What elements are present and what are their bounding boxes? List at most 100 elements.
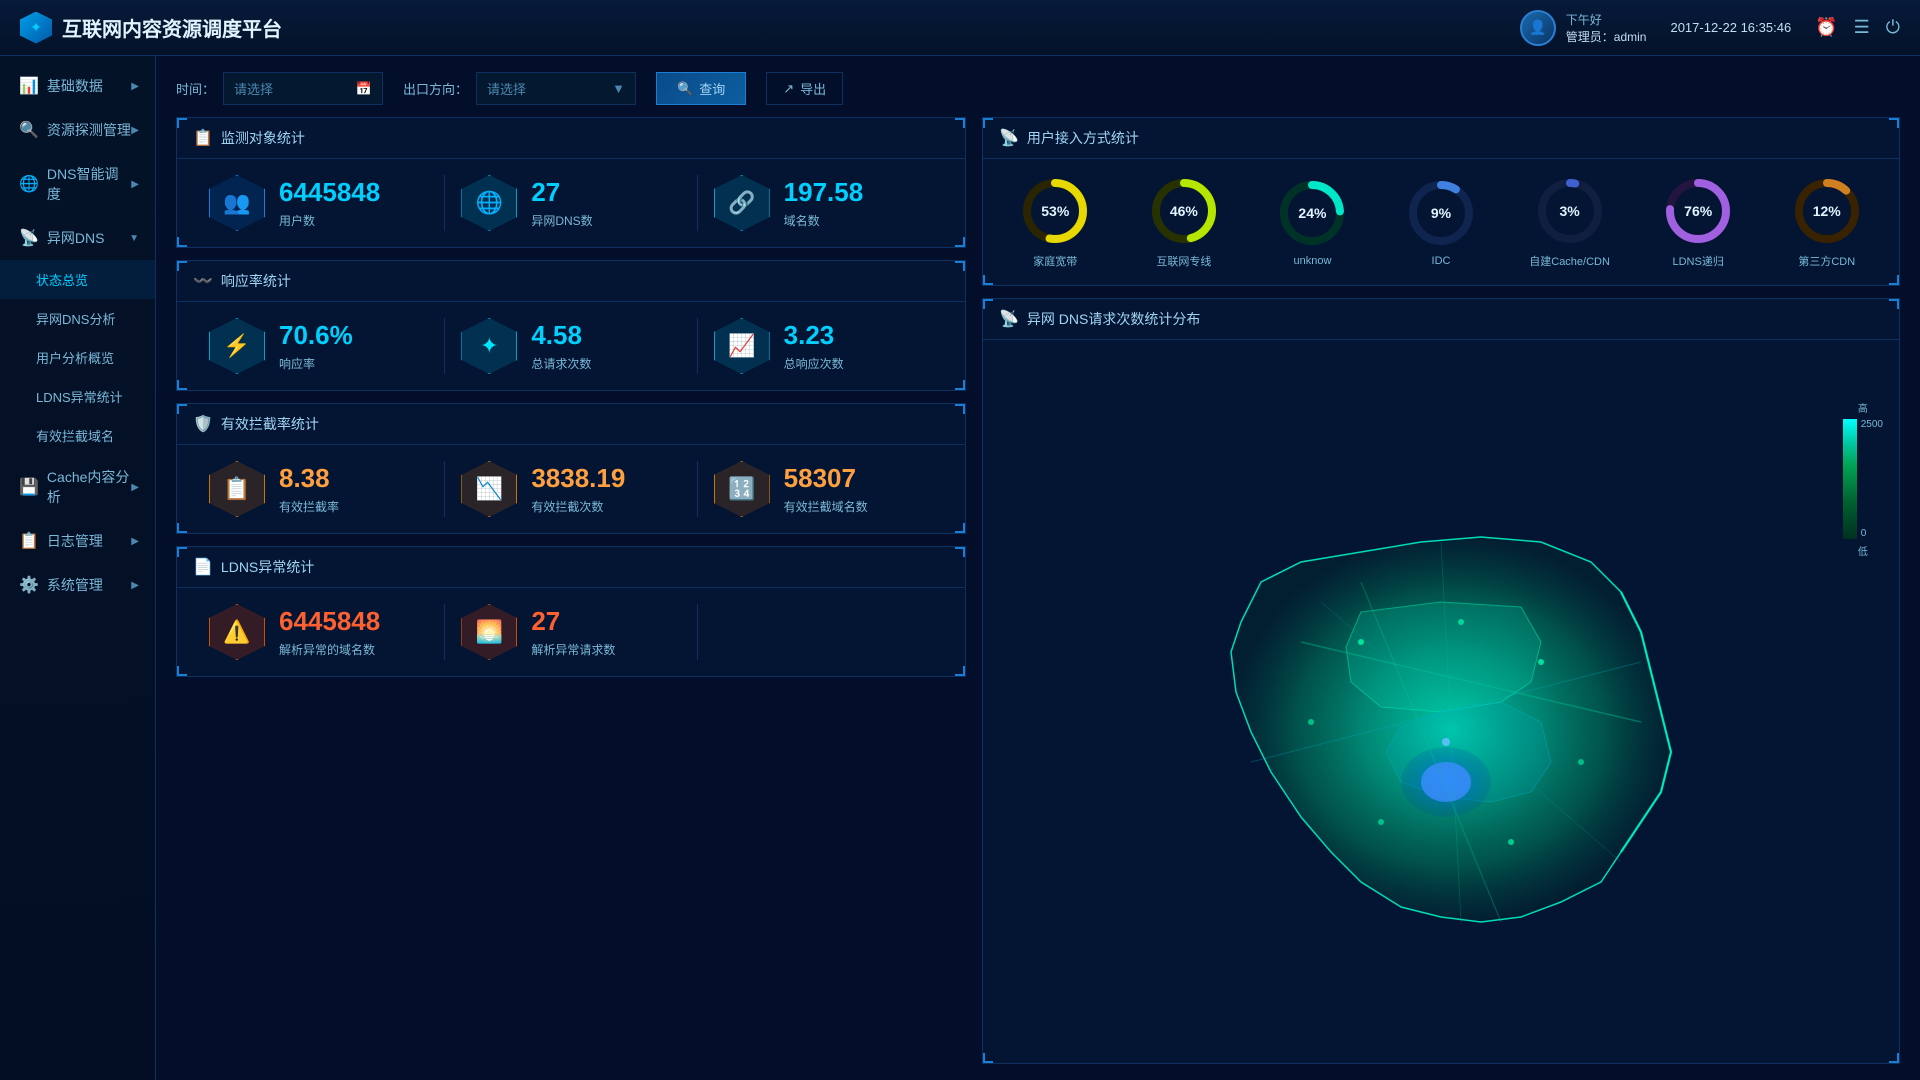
main-layout: 📊 基础数据 ▶ 🔍 资源探测管理 ▶ 🌐 DNS智能调度 ▶ 📡 异网DNS	[0, 56, 1920, 1080]
donut-home-broadband: 53% 家庭宽带	[991, 175, 1120, 269]
sidebar-item-system[interactable]: ⚙️ 系统管理 ▶	[0, 563, 155, 607]
cache-icon: 💾	[19, 477, 39, 497]
stat-abnormal-requests: 🌅 27 解析异常请求数	[445, 604, 697, 660]
donut-unknown: 24% unknow	[1248, 177, 1377, 267]
monitor-panel: 📋 监测对象统计 👥 6445848 用户数	[176, 117, 966, 248]
left-panels: 📋 监测对象统计 👥 6445848 用户数	[176, 117, 966, 1064]
legend-low-label: 低	[1858, 543, 1868, 558]
donut-idc: 9% IDC	[1377, 177, 1506, 267]
ldns-stats-row: ⚠️ 6445848 解析异常的域名数 🌅	[177, 588, 965, 676]
stat-abnormal-domains: ⚠️ 6445848 解析异常的域名数	[193, 604, 445, 660]
sidebar-label-basic-data: 基础数据	[47, 76, 103, 96]
domain-value: 197.58	[784, 177, 864, 208]
intercept-rate-value: 8.38	[279, 463, 339, 494]
intercept-domains-value: 58307	[784, 463, 868, 494]
stat-total-requests: ✦ 4.58 总请求次数	[445, 318, 697, 374]
arrow-log: ▶	[131, 536, 139, 547]
sidebar-subitem-ldns-abnormal[interactable]: LDNS异常统计	[0, 377, 155, 416]
arrow-resource: ▶	[131, 125, 139, 136]
donut-label-thirdcdn: 第三方CDN	[1798, 253, 1855, 269]
sidebar-subitem-overview[interactable]: 状态总览	[0, 260, 155, 299]
exit-label: 出口方向：	[403, 79, 468, 98]
sidebar-label-system: 系统管理	[47, 575, 103, 595]
arrow-yiwang-dns: ▼	[129, 233, 139, 244]
donut-label-idc: IDC	[1432, 255, 1451, 267]
exit-placeholder: 请选择	[487, 79, 526, 98]
time-placeholder: 请选择	[234, 79, 273, 98]
power-icon[interactable]: ⏻	[1886, 17, 1900, 38]
stat-dns-count: 🌐 27 异网DNS数	[445, 175, 697, 231]
yiwang-dns-icon: 📡	[19, 228, 39, 248]
abnormal-domains-label: 解析异常的域名数	[279, 641, 380, 658]
legend-high-val: 2500	[1861, 419, 1883, 430]
response-rate-label: 响应率	[279, 355, 353, 372]
donut-percent-idc: 9%	[1431, 205, 1451, 221]
calendar-icon: 📅	[356, 81, 372, 97]
user-name: 管理员：admin	[1566, 28, 1647, 45]
datetime-text: 2017-12-22 16:35:46	[1670, 20, 1791, 35]
map-title: 异网 DNS请求次数统计分布	[1027, 309, 1200, 329]
ldns-title: LDNS异常统计	[221, 557, 314, 577]
sidebar-item-cache[interactable]: 💾 Cache内容分析 ▶	[0, 455, 155, 519]
abnormal-requests-value: 27	[531, 606, 615, 637]
intercept-rate-label: 有效拦截率	[279, 498, 339, 515]
donut-percent-ldns: 76%	[1684, 203, 1712, 219]
ldns-panel-header: 📄 LDNS异常统计	[177, 547, 965, 588]
intercept-icon: 🛡️	[193, 414, 213, 434]
time-input[interactable]: 请选择 📅	[223, 72, 383, 105]
export-icon: ↗	[783, 81, 794, 97]
export-label: 导出	[800, 79, 826, 98]
total-requests-label: 总请求次数	[531, 355, 591, 372]
sidebar-subitem-user-analysis[interactable]: 用户分析概览	[0, 338, 155, 377]
response-title: 响应率统计	[221, 271, 291, 291]
stat-users: 👥 6445848 用户数	[193, 175, 445, 231]
response-panel: 〰️ 响应率统计 ⚡ 70.6% 响应率	[176, 260, 966, 391]
intercept-count-label: 有效拦截次数	[531, 498, 625, 515]
monitor-icon: 📋	[193, 128, 213, 148]
sidebar-label-resource: 资源探测管理	[47, 120, 131, 140]
sidebar-item-basic-data[interactable]: 📊 基础数据 ▶	[0, 64, 155, 108]
sidebar-subitem-intercept-domain[interactable]: 有效拦截域名	[0, 416, 155, 455]
sidebar-item-yiwang-dns[interactable]: 📡 异网DNS ▼	[0, 216, 155, 260]
arrow-system: ▶	[131, 580, 139, 591]
header: ✦ 互联网内容资源调度平台 👤 下午好 管理员：admin 2017-12-22…	[0, 0, 1920, 56]
log-icon: 📋	[19, 531, 39, 551]
donut-label-cache: 自建Cache/CDN	[1529, 253, 1610, 269]
logo-icon: ✦	[20, 12, 52, 44]
clock-icon[interactable]: ⏰	[1815, 17, 1837, 38]
sidebar: 📊 基础数据 ▶ 🔍 资源探测管理 ▶ 🌐 DNS智能调度 ▶ 📡 异网DNS	[0, 56, 156, 1080]
access-icon: 📡	[999, 128, 1019, 148]
legend-high-label: 高	[1858, 400, 1868, 415]
resource-icon: 🔍	[19, 120, 39, 140]
users-icon: 👥	[209, 175, 265, 231]
abnormal-requests-label: 解析异常请求数	[531, 641, 615, 658]
top-filter-bar: 时间： 请选择 📅 出口方向： 请选择 ▼ 🔍 查询 ↗ 导出	[176, 72, 1900, 105]
response-rate-icon: ⚡	[209, 318, 265, 374]
sidebar-subitem-analysis[interactable]: 异网DNS分析	[0, 299, 155, 338]
monitor-stats-row: 👥 6445848 用户数 🌐 27	[177, 159, 965, 247]
donut-third-cdn: 12% 第三方CDN	[1762, 175, 1891, 269]
donut-percent-thirdcdn: 12%	[1813, 203, 1841, 219]
sidebar-item-resource[interactable]: 🔍 资源探测管理 ▶	[0, 108, 155, 152]
yiwang-dns-submenu: 状态总览 异网DNS分析 用户分析概览 LDNS异常统计 有效拦截域名	[0, 260, 155, 455]
query-button[interactable]: 🔍 查询	[656, 72, 746, 105]
access-type-header: 📡 用户接入方式统计	[983, 118, 1899, 159]
donut-percent-cache: 3%	[1559, 203, 1579, 219]
export-button[interactable]: ↗ 导出	[766, 72, 843, 105]
exit-select[interactable]: 请选择 ▼	[476, 72, 636, 105]
sidebar-label-dns-schedule: DNS智能调度	[47, 164, 131, 204]
domain-label: 域名数	[784, 212, 864, 229]
sidebar-item-dns-schedule[interactable]: 🌐 DNS智能调度 ▶	[0, 152, 155, 216]
intercept-stats-row: 📋 8.38 有效拦截率 📉 383	[177, 445, 965, 533]
chevron-down-icon: ▼	[612, 81, 625, 96]
ldns-icon: 📄	[193, 557, 213, 577]
sidebar-item-log[interactable]: 📋 日志管理 ▶	[0, 519, 155, 563]
user-info-area: 👤 下午好 管理员：admin	[1520, 10, 1647, 46]
list-icon[interactable]: ☰	[1854, 17, 1870, 38]
stat-intercept-count: 📉 3838.19 有效拦截次数	[445, 461, 697, 517]
ldns-panel: 📄 LDNS异常统计 ⚠️ 6445848 解析异常的域名数	[176, 546, 966, 677]
stat-domain-count: 🔗 197.58 域名数	[698, 175, 949, 231]
logo-area: ✦ 互联网内容资源调度平台	[20, 12, 282, 44]
abnormal-domains-value: 6445848	[279, 606, 380, 637]
legend-color-bar	[1843, 419, 1857, 539]
